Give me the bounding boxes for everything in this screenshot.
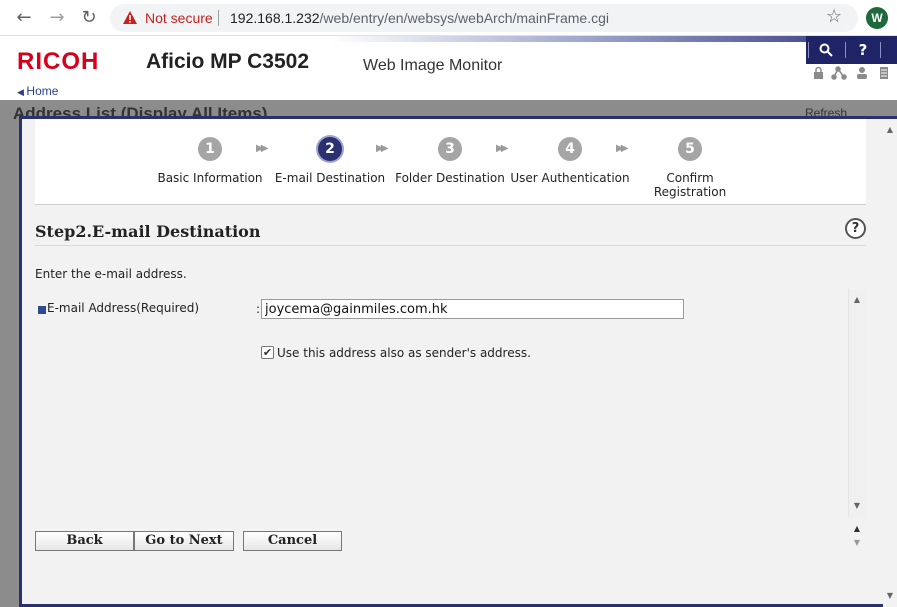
url-text: 192.168.1.232/web/entry/en/websys/webArc… <box>230 10 609 26</box>
step-label-line: Registration <box>653 185 727 199</box>
scroll-up-icon[interactable]: ▲ <box>849 295 865 304</box>
device-model: Aficio MP C3502 <box>146 50 310 73</box>
email-field-label: E-mail Address(Required) <box>47 301 199 315</box>
step-3: 3 Folder Destination <box>390 137 510 185</box>
double-chevron-icon: ▶▶ <box>376 143 389 154</box>
step-label: Folder Destination <box>395 171 505 185</box>
forward-arrow-icon[interactable]: → <box>46 7 68 29</box>
step-number-active: 2 <box>318 137 342 161</box>
document-icon <box>880 67 888 79</box>
network-icon <box>831 66 847 80</box>
step-4: 4 User Authentication <box>510 137 630 185</box>
url-host: 192.168.1.232 <box>230 10 320 26</box>
go-to-next-button[interactable]: Go to Next <box>134 531 234 551</box>
wizard-steps: 1 Basic Information ▶▶ 2 E-mail Destinat… <box>35 119 866 205</box>
header-divider <box>880 42 881 58</box>
step-number: 3 <box>438 137 462 161</box>
address-bar[interactable]: Not secure 192.168.1.232/web/entry/en/we… <box>110 4 858 32</box>
profile-avatar[interactable]: W <box>866 7 888 29</box>
step-title: Step2.E-mail Destination <box>35 222 261 241</box>
cancel-button[interactable]: Cancel <box>243 531 342 551</box>
user-icon <box>857 67 867 79</box>
home-link-label: Home <box>26 84 59 98</box>
bookmark-star-icon[interactable]: ☆ <box>826 7 842 27</box>
scroll-down-icon[interactable]: ▼ <box>848 538 866 547</box>
double-chevron-icon: ▶▶ <box>496 143 509 154</box>
title-divider <box>35 245 866 246</box>
form-scrollbar[interactable]: ▲ ▼ <box>848 289 866 517</box>
scroll-up-icon[interactable]: ▲ <box>883 125 897 134</box>
step-number: 1 <box>198 137 222 161</box>
app-name: Web Image Monitor <box>363 57 503 74</box>
step-label: E-mail Destination <box>274 171 386 185</box>
browser-toolbar: ← → ↻ Not secure 192.168.1.232/web/entry… <box>0 0 897 36</box>
chevron-left-icon: ◀ <box>17 87 27 97</box>
step-label-line: Confirm <box>666 171 714 185</box>
ricoh-logo: RICOH <box>17 48 100 75</box>
double-chevron-icon: ▶▶ <box>256 143 269 154</box>
back-arrow-icon[interactable]: ← <box>13 7 35 29</box>
back-button[interactable]: Back <box>35 531 134 551</box>
step-2: 2 E-mail Destination <box>270 137 390 185</box>
scroll-down-icon[interactable]: ▼ <box>849 501 865 510</box>
search-icon[interactable] <box>816 40 836 60</box>
double-chevron-icon: ▶▶ <box>616 143 629 154</box>
instruction-text: Enter the e-mail address. <box>35 267 187 281</box>
help-icon[interactable]: ? <box>853 40 873 60</box>
header-divider <box>845 42 846 58</box>
wizard-dialog: ▲ ▼ 1 Basic Information ▶▶ 2 E-mail Dest… <box>19 116 897 607</box>
header-divider <box>808 42 809 58</box>
required-bullet-icon <box>38 306 46 314</box>
url-separator <box>218 10 219 26</box>
lock-icon <box>814 66 823 79</box>
step-number: 4 <box>558 137 582 161</box>
step-label: Basic Information <box>157 171 263 185</box>
url-path: /web/entry/en/websys/webArch/mainFrame.c… <box>319 10 609 26</box>
header-small-icons <box>814 66 888 80</box>
step-label: User Authentication <box>510 171 630 185</box>
step-5: 5 Confirm Registration <box>630 137 750 199</box>
reload-icon[interactable]: ↻ <box>78 7 100 29</box>
step-1: 1 Basic Information <box>150 137 270 185</box>
secondary-scroll-controls[interactable]: ▲ ▼ <box>848 522 866 550</box>
sender-address-checkbox[interactable]: ✔ <box>261 346 274 359</box>
sender-address-label: Use this address also as sender's addres… <box>277 346 531 360</box>
not-secure-label: Not secure <box>145 10 213 26</box>
field-colon: : <box>256 302 261 316</box>
dialog-scrollbar[interactable]: ▲ ▼ <box>883 119 897 607</box>
home-link[interactable]: ◀ Home <box>17 84 58 98</box>
step-label: Confirm Registration <box>630 171 750 199</box>
question-mark-icon[interactable]: ? <box>845 218 866 239</box>
email-address-input[interactable] <box>261 299 684 319</box>
step-number: 5 <box>678 137 702 161</box>
scroll-down-icon[interactable]: ▼ <box>883 591 897 600</box>
warning-icon <box>123 11 137 24</box>
scroll-up-icon[interactable]: ▲ <box>848 524 866 533</box>
